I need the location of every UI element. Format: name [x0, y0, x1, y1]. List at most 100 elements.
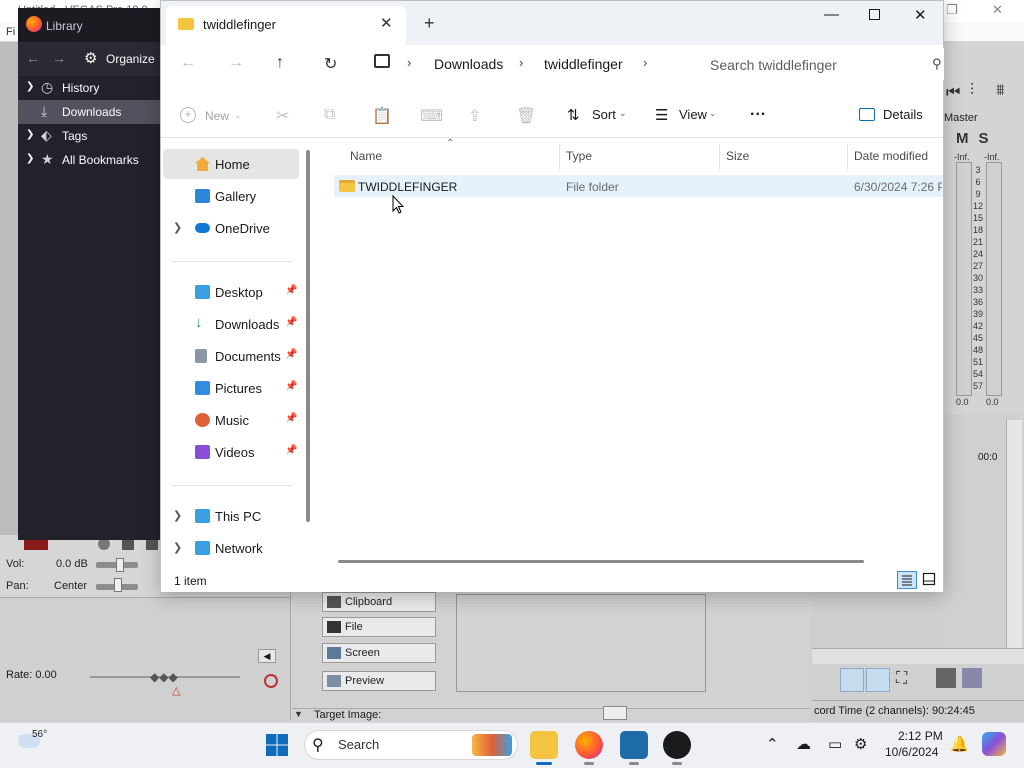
master-settings-icon[interactable]: ⩩	[996, 82, 1005, 100]
chevron-right-icon[interactable]: ❯	[173, 221, 182, 234]
details-pane-icon[interactable]	[859, 108, 875, 121]
column-separator[interactable]	[719, 144, 720, 170]
this-pc-icon[interactable]	[374, 54, 390, 68]
nav-item-this-pc[interactable]: ❯ This PC	[163, 501, 299, 531]
details-view-icon[interactable]	[897, 571, 917, 589]
breadcrumb-downloads[interactable]: Downloads	[434, 56, 503, 72]
auto-ripple-icon[interactable]	[866, 668, 890, 692]
nav-item-network[interactable]: ❯ Network	[163, 533, 299, 563]
vegas-taskbar-icon[interactable]	[620, 731, 648, 759]
show-hidden-icons-chevron-icon[interactable]: ⌃	[766, 735, 779, 753]
rate-slider-knob[interactable]: ◆◆◆	[150, 670, 178, 684]
forward-icon[interactable]: →	[228, 54, 244, 72]
vegas-menu-file[interactable]: Fi	[6, 26, 15, 38]
breadcrumb-twiddlefinger[interactable]: twiddlefinger	[544, 56, 623, 72]
master-prev-icon[interactable]: ⏮	[946, 84, 960, 102]
details-button[interactable]: Details	[883, 107, 923, 122]
file-name[interactable]: TWIDDLEFINGER	[358, 180, 457, 194]
pin-icon[interactable]: 📌	[285, 317, 297, 328]
view-icon[interactable]: ☰	[655, 106, 668, 124]
clock-date[interactable]: 10/6/2024	[885, 745, 938, 759]
column-separator[interactable]	[559, 144, 560, 170]
file-explorer-taskbar-icon[interactable]	[530, 731, 558, 759]
close-icon[interactable]: ✕	[914, 6, 927, 24]
minimize-icon[interactable]: —	[824, 6, 839, 23]
snap-magnet-icon[interactable]	[840, 668, 864, 692]
back-icon[interactable]: ←	[180, 54, 196, 72]
master-fader-icon[interactable]: ⫶	[970, 82, 974, 100]
file-list-hscroll[interactable]	[338, 560, 864, 563]
pin-icon[interactable]: 📌	[285, 445, 297, 456]
delete-icon[interactable]: 🗑	[516, 106, 536, 126]
library-item-downloads[interactable]: ⤓ Downloads	[18, 100, 160, 124]
record-icon[interactable]	[264, 674, 278, 688]
sort-button[interactable]: Sort	[592, 107, 616, 122]
file-button[interactable]: File	[322, 617, 436, 637]
new-icon[interactable]: +	[180, 107, 196, 123]
chevron-right-icon[interactable]: ❯	[173, 509, 182, 522]
target-image-box[interactable]	[603, 706, 627, 720]
preview-button[interactable]: Preview	[322, 671, 436, 691]
new-tab-icon[interactable]: +	[424, 13, 435, 34]
lock-envelopes-icon[interactable]	[936, 668, 956, 688]
column-header-size[interactable]: Size	[726, 149, 749, 163]
notification-bell-icon[interactable]: 🔔	[950, 735, 969, 753]
cut-icon[interactable]: ✂	[276, 106, 289, 126]
nav-item-downloads[interactable]: ↓ Downloads 📌	[163, 309, 299, 339]
share-icon[interactable]: ⇪	[468, 106, 481, 126]
breadcrumb-separator-icon[interactable]: ›	[643, 55, 647, 70]
view-button[interactable]: View	[679, 107, 707, 122]
envelope-tool-icon[interactable]: ⛶	[896, 670, 907, 688]
nav-item-gallery[interactable]: Gallery	[163, 181, 299, 211]
target-image-collapse-icon[interactable]: ▼	[294, 709, 303, 719]
pin-icon[interactable]: 📌	[285, 349, 297, 360]
firefox-taskbar-icon[interactable]	[575, 731, 603, 759]
copilot-icon[interactable]	[982, 732, 1006, 756]
track-vol-knob[interactable]	[116, 558, 124, 572]
gear-icon[interactable]: ⚙	[84, 49, 97, 67]
clock-time[interactable]: 2:12 PM	[898, 729, 943, 743]
column-header-date-modified[interactable]: Date modified	[854, 149, 928, 163]
network-icon[interactable]: ⚙	[854, 735, 867, 753]
breadcrumb-separator-icon[interactable]: ›	[407, 55, 411, 70]
timeline-vscroll[interactable]	[1006, 420, 1022, 650]
media-player-taskbar-icon[interactable]	[663, 731, 691, 759]
refresh-icon[interactable]: ↻	[324, 54, 337, 74]
display-icon[interactable]: ▭	[828, 735, 842, 753]
clipboard-button[interactable]: Clipboard	[322, 592, 436, 612]
organize-menu[interactable]: Organize	[106, 52, 155, 66]
more-options-button[interactable]: ...	[750, 102, 766, 120]
track-pan-knob[interactable]	[114, 578, 122, 592]
large-icons-view-icon[interactable]	[922, 572, 936, 586]
copy-icon[interactable]: ⧉	[324, 106, 335, 124]
library-item-tags[interactable]: ❯ ⬖ Tags	[18, 124, 160, 148]
rename-icon[interactable]: ⌨	[420, 106, 443, 126]
ignore-grouping-icon[interactable]	[962, 668, 982, 688]
up-icon[interactable]: ↑	[276, 54, 284, 72]
explorer-tab[interactable]	[166, 6, 406, 45]
taskbar-search-input[interactable]: Search	[338, 737, 379, 752]
column-header-type[interactable]: Type	[566, 149, 592, 163]
vegas-restore-icon[interactable]: ❐	[946, 2, 958, 18]
nav-item-home[interactable]: Home	[163, 149, 299, 179]
pin-icon[interactable]: 📌	[285, 285, 297, 296]
master-mute-solo[interactable]: MS	[956, 130, 999, 147]
scroll-left-icon[interactable]: ◀	[258, 649, 276, 663]
navigation-scrollbar[interactable]	[306, 150, 310, 522]
nav-item-pictures[interactable]: Pictures 📌	[163, 373, 299, 403]
sort-icon[interactable]: ⇅	[567, 106, 580, 124]
start-button[interactable]	[265, 733, 289, 757]
column-header-name[interactable]: Name	[350, 149, 382, 163]
onedrive-offline-icon[interactable]: ☁	[796, 735, 811, 753]
maximize-icon[interactable]	[869, 9, 880, 20]
paste-icon[interactable]: 📋	[372, 106, 392, 126]
nav-item-videos[interactable]: Videos 📌	[163, 437, 299, 467]
library-back-icon[interactable]: ←	[26, 50, 40, 66]
vegas-close-icon[interactable]: ✕	[992, 2, 1003, 18]
search-input[interactable]: Search twiddlefinger	[710, 57, 837, 73]
nav-item-music[interactable]: Music 📌	[163, 405, 299, 435]
pin-icon[interactable]: 📌	[285, 413, 297, 424]
breadcrumb-separator-icon[interactable]: ›	[519, 55, 523, 70]
timeline-zoom-bar[interactable]	[812, 648, 1024, 664]
search-highlight-icon[interactable]	[472, 734, 512, 756]
